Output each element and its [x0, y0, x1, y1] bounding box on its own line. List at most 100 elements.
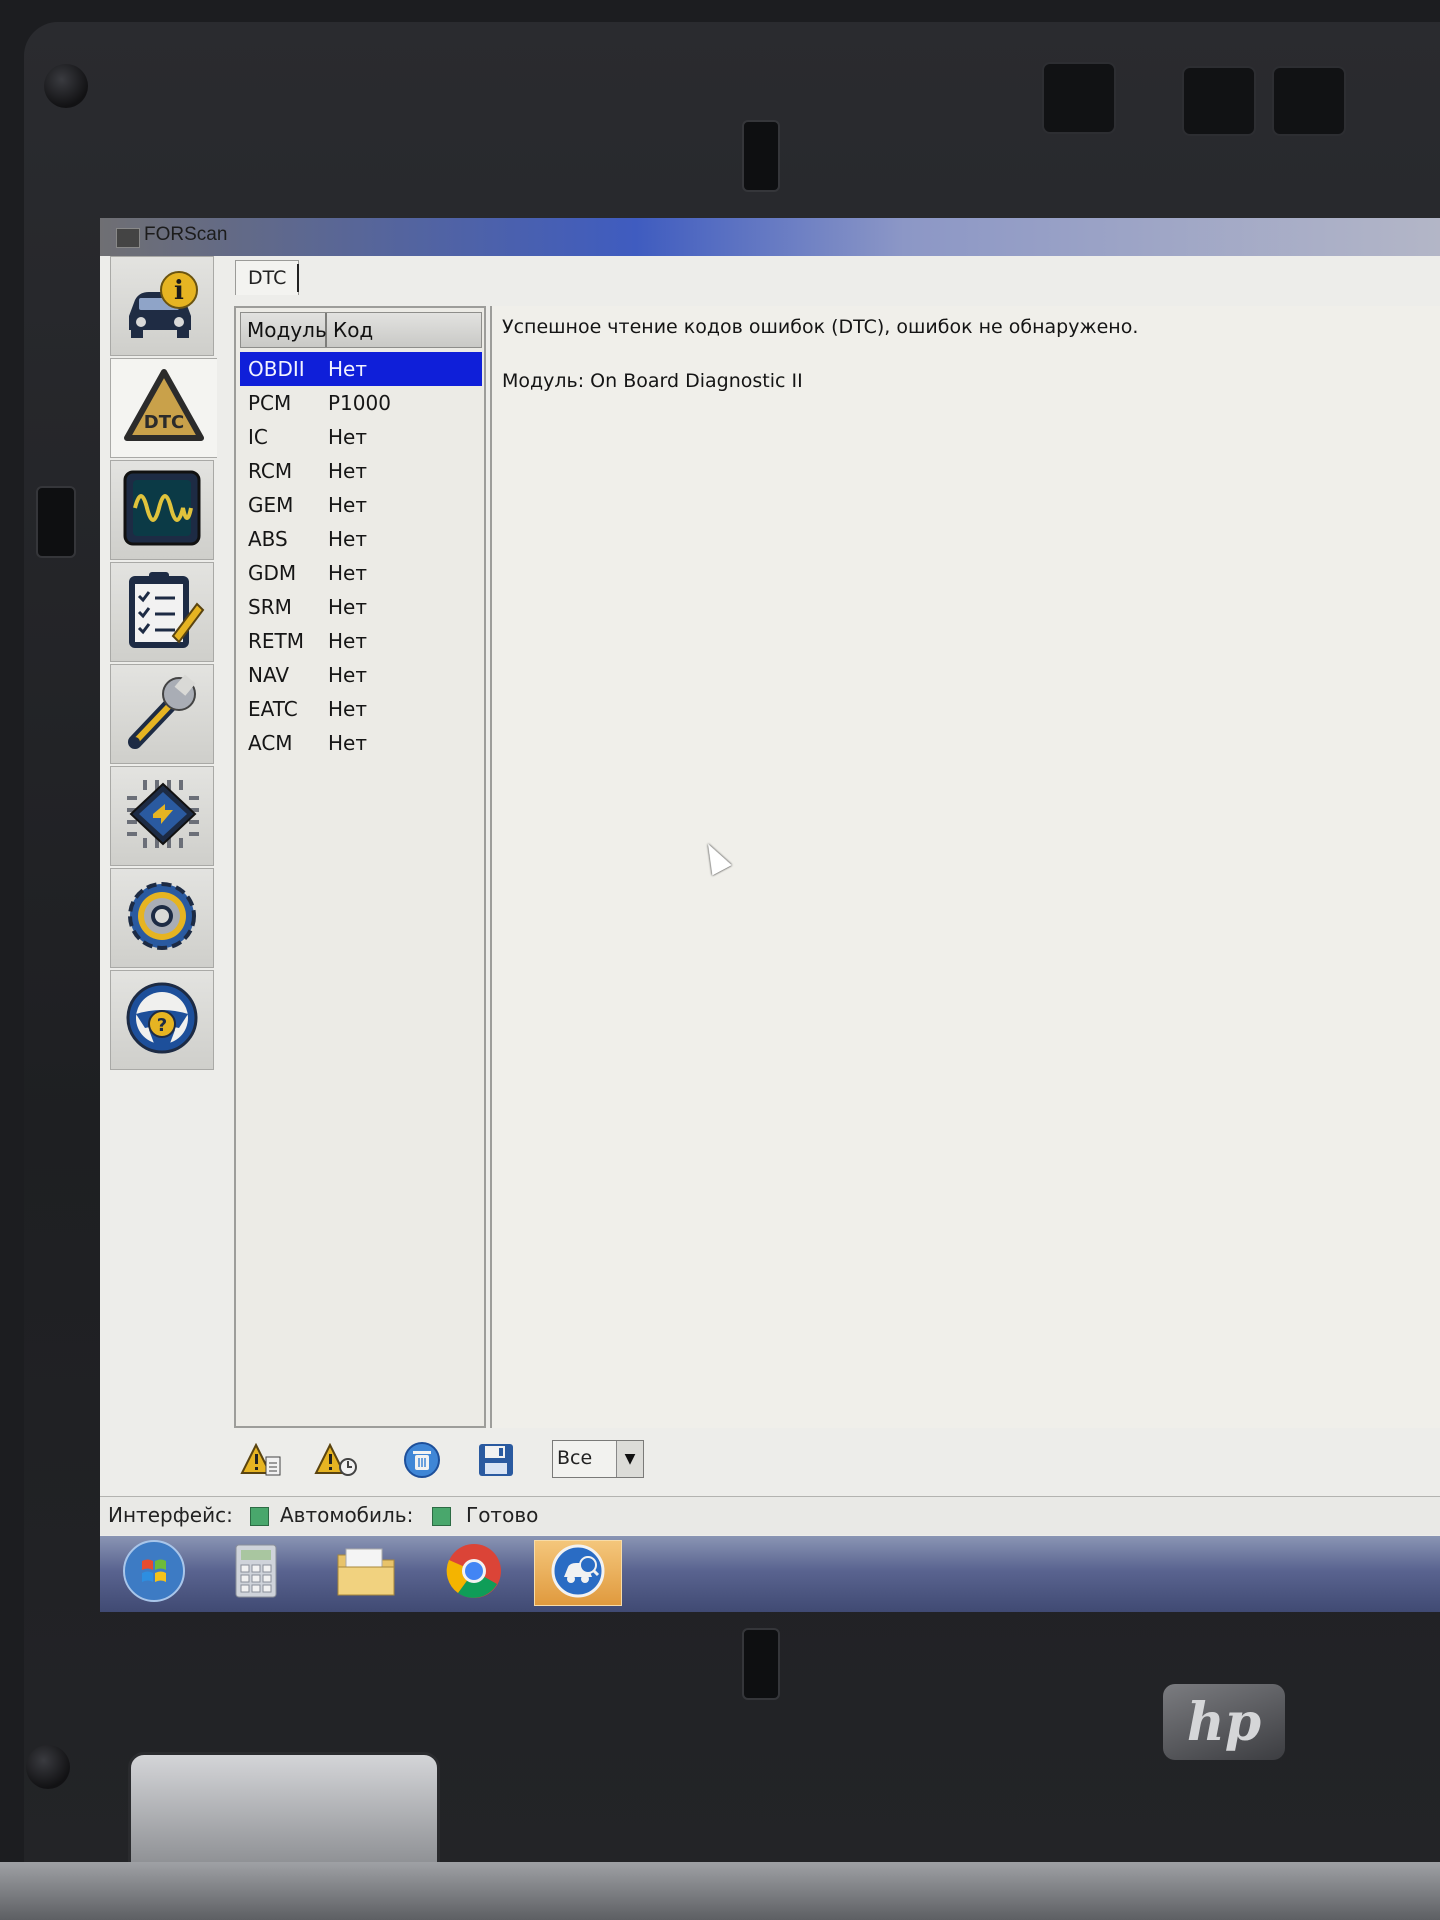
- module-message: Модуль: On Board Diagnostic II: [502, 370, 803, 392]
- code-cell: Нет: [328, 731, 367, 755]
- tab-separator: [297, 264, 299, 292]
- status-bar: Интерфейс: Автомобиль: Готово: [100, 1496, 1440, 1535]
- table-row[interactable]: RCM Нет: [240, 454, 482, 488]
- save-icon: [477, 1442, 515, 1482]
- code-cell: P1000: [328, 391, 391, 415]
- bezel-latch: [742, 120, 780, 192]
- svg-text:DTC: DTC: [144, 412, 184, 433]
- column-header-code[interactable]: Код: [327, 313, 483, 347]
- bezel-screw: [26, 1745, 70, 1789]
- vehicle-label: Автомобиль:: [280, 1503, 414, 1527]
- taskbar: [100, 1536, 1440, 1612]
- code-cell: Нет: [328, 493, 367, 517]
- module-cell: GDM: [248, 561, 297, 585]
- sidebar-item-tests[interactable]: [110, 562, 214, 662]
- dtc-filter-select[interactable]: Все ▼: [552, 1440, 644, 1478]
- sidebar-item-service[interactable]: [110, 664, 214, 764]
- keyboard-strip: [0, 1862, 1440, 1920]
- sidebar-item-dtc[interactable]: DTC: [110, 358, 217, 458]
- tab-dtc[interactable]: DTC: [235, 260, 300, 295]
- code-cell: Нет: [328, 697, 367, 721]
- car-info-icon: i: [119, 264, 205, 348]
- module-cell: RETM: [248, 629, 305, 653]
- svg-text:?: ?: [157, 1015, 167, 1036]
- forscan-icon: [550, 1543, 606, 1603]
- column-header-module[interactable]: Модуль: [241, 313, 327, 347]
- sidebar-item-help[interactable]: ?: [110, 970, 214, 1070]
- module-cell: EATC: [248, 697, 298, 721]
- table-row[interactable]: GEM Нет: [240, 488, 482, 522]
- camera-icon: [1042, 62, 1116, 134]
- status-text: Готово: [466, 1503, 539, 1527]
- module-cell: GEM: [248, 493, 294, 517]
- table-row[interactable]: ABS Нет: [240, 522, 482, 556]
- read-dtc-all-icon: [314, 1442, 358, 1481]
- svg-text:i: i: [174, 276, 184, 306]
- code-cell: Нет: [328, 629, 367, 653]
- light-sensor-icon: [1272, 66, 1346, 136]
- table-row[interactable]: PCM P1000: [240, 386, 482, 420]
- table-row[interactable]: IC Нет: [240, 420, 482, 454]
- sidebar-item-settings[interactable]: [110, 868, 214, 968]
- module-cell: RCM: [248, 459, 293, 483]
- tool-sidebar: i DTC ?: [110, 256, 217, 1082]
- sidebar-item-vehicle-info[interactable]: i: [110, 256, 214, 356]
- hp-logo: hp: [1163, 1684, 1285, 1760]
- screen: FORScan i DTC ? DTC Модуль Код OBDII Нет…: [100, 218, 1440, 1612]
- module-cell: SRM: [248, 595, 292, 619]
- read-dtc-button[interactable]: [238, 1442, 286, 1482]
- table-row[interactable]: SRM Нет: [240, 590, 482, 624]
- table-row[interactable]: NAV Нет: [240, 658, 482, 692]
- read-dtc-all-button[interactable]: [312, 1442, 360, 1482]
- steering-help-icon: ?: [119, 978, 205, 1062]
- bezel-latch: [36, 486, 76, 558]
- laptop-hinge: [128, 1752, 440, 1868]
- window-titlebar: FORScan: [100, 218, 1440, 256]
- clear-dtc-button[interactable]: [398, 1442, 446, 1482]
- taskbar-chrome[interactable]: [430, 1540, 518, 1606]
- sidebar-item-oscilloscope[interactable]: [110, 460, 214, 560]
- taskbar-forscan[interactable]: [534, 1540, 622, 1606]
- filter-value: Все: [557, 1447, 593, 1469]
- taskbar-calculator[interactable]: [212, 1540, 300, 1606]
- module-cell: IC: [248, 425, 268, 449]
- start-orb-icon: [122, 1539, 186, 1607]
- sidebar-item-configuration[interactable]: [110, 766, 214, 866]
- module-cell: PCM: [248, 391, 292, 415]
- bezel-button: [1182, 66, 1256, 136]
- code-cell: Нет: [328, 663, 367, 687]
- start-button[interactable]: [110, 1540, 198, 1606]
- code-cell: Нет: [328, 459, 367, 483]
- checklist-icon: [119, 570, 205, 654]
- oscilloscope-icon: [119, 468, 205, 552]
- chip-icon: [119, 774, 205, 858]
- table-row[interactable]: GDM Нет: [240, 556, 482, 590]
- result-message: Успешное чтение кодов ошибок (DTC), ошиб…: [502, 316, 1139, 338]
- dtc-warning-icon: DTC: [121, 366, 207, 450]
- chrome-icon: [445, 1542, 503, 1604]
- table-row[interactable]: ACM Нет: [240, 726, 482, 760]
- table-row[interactable]: RETM Нет: [240, 624, 482, 658]
- wrench-icon: [119, 672, 205, 756]
- dtc-module-list[interactable]: Модуль Код OBDII Нет PCM P1000 IC Нет RC…: [234, 306, 486, 1428]
- bezel-latch: [742, 1628, 780, 1700]
- window-title: FORScan: [144, 224, 228, 245]
- module-cell: ABS: [248, 527, 288, 551]
- taskbar-file-explorer[interactable]: [322, 1540, 410, 1606]
- code-cell: Нет: [328, 561, 367, 585]
- save-button[interactable]: [472, 1442, 520, 1482]
- code-cell: Нет: [328, 527, 367, 551]
- code-cell: Нет: [328, 357, 367, 381]
- module-cell: OBDII: [248, 357, 305, 381]
- interface-label: Интерфейс:: [108, 1503, 233, 1527]
- module-cell: NAV: [248, 663, 290, 687]
- gear-icon: [119, 876, 205, 960]
- code-cell: Нет: [328, 425, 367, 449]
- vehicle-status-led: [432, 1507, 451, 1526]
- chevron-down-icon[interactable]: ▼: [616, 1441, 643, 1477]
- table-row[interactable]: OBDII Нет: [240, 352, 482, 386]
- message-pane[interactable]: Успешное чтение кодов ошибок (DTC), ошиб…: [490, 306, 1440, 1428]
- table-row[interactable]: EATC Нет: [240, 692, 482, 726]
- bezel-screw: [44, 64, 88, 108]
- forscan-window-icon: [116, 228, 140, 248]
